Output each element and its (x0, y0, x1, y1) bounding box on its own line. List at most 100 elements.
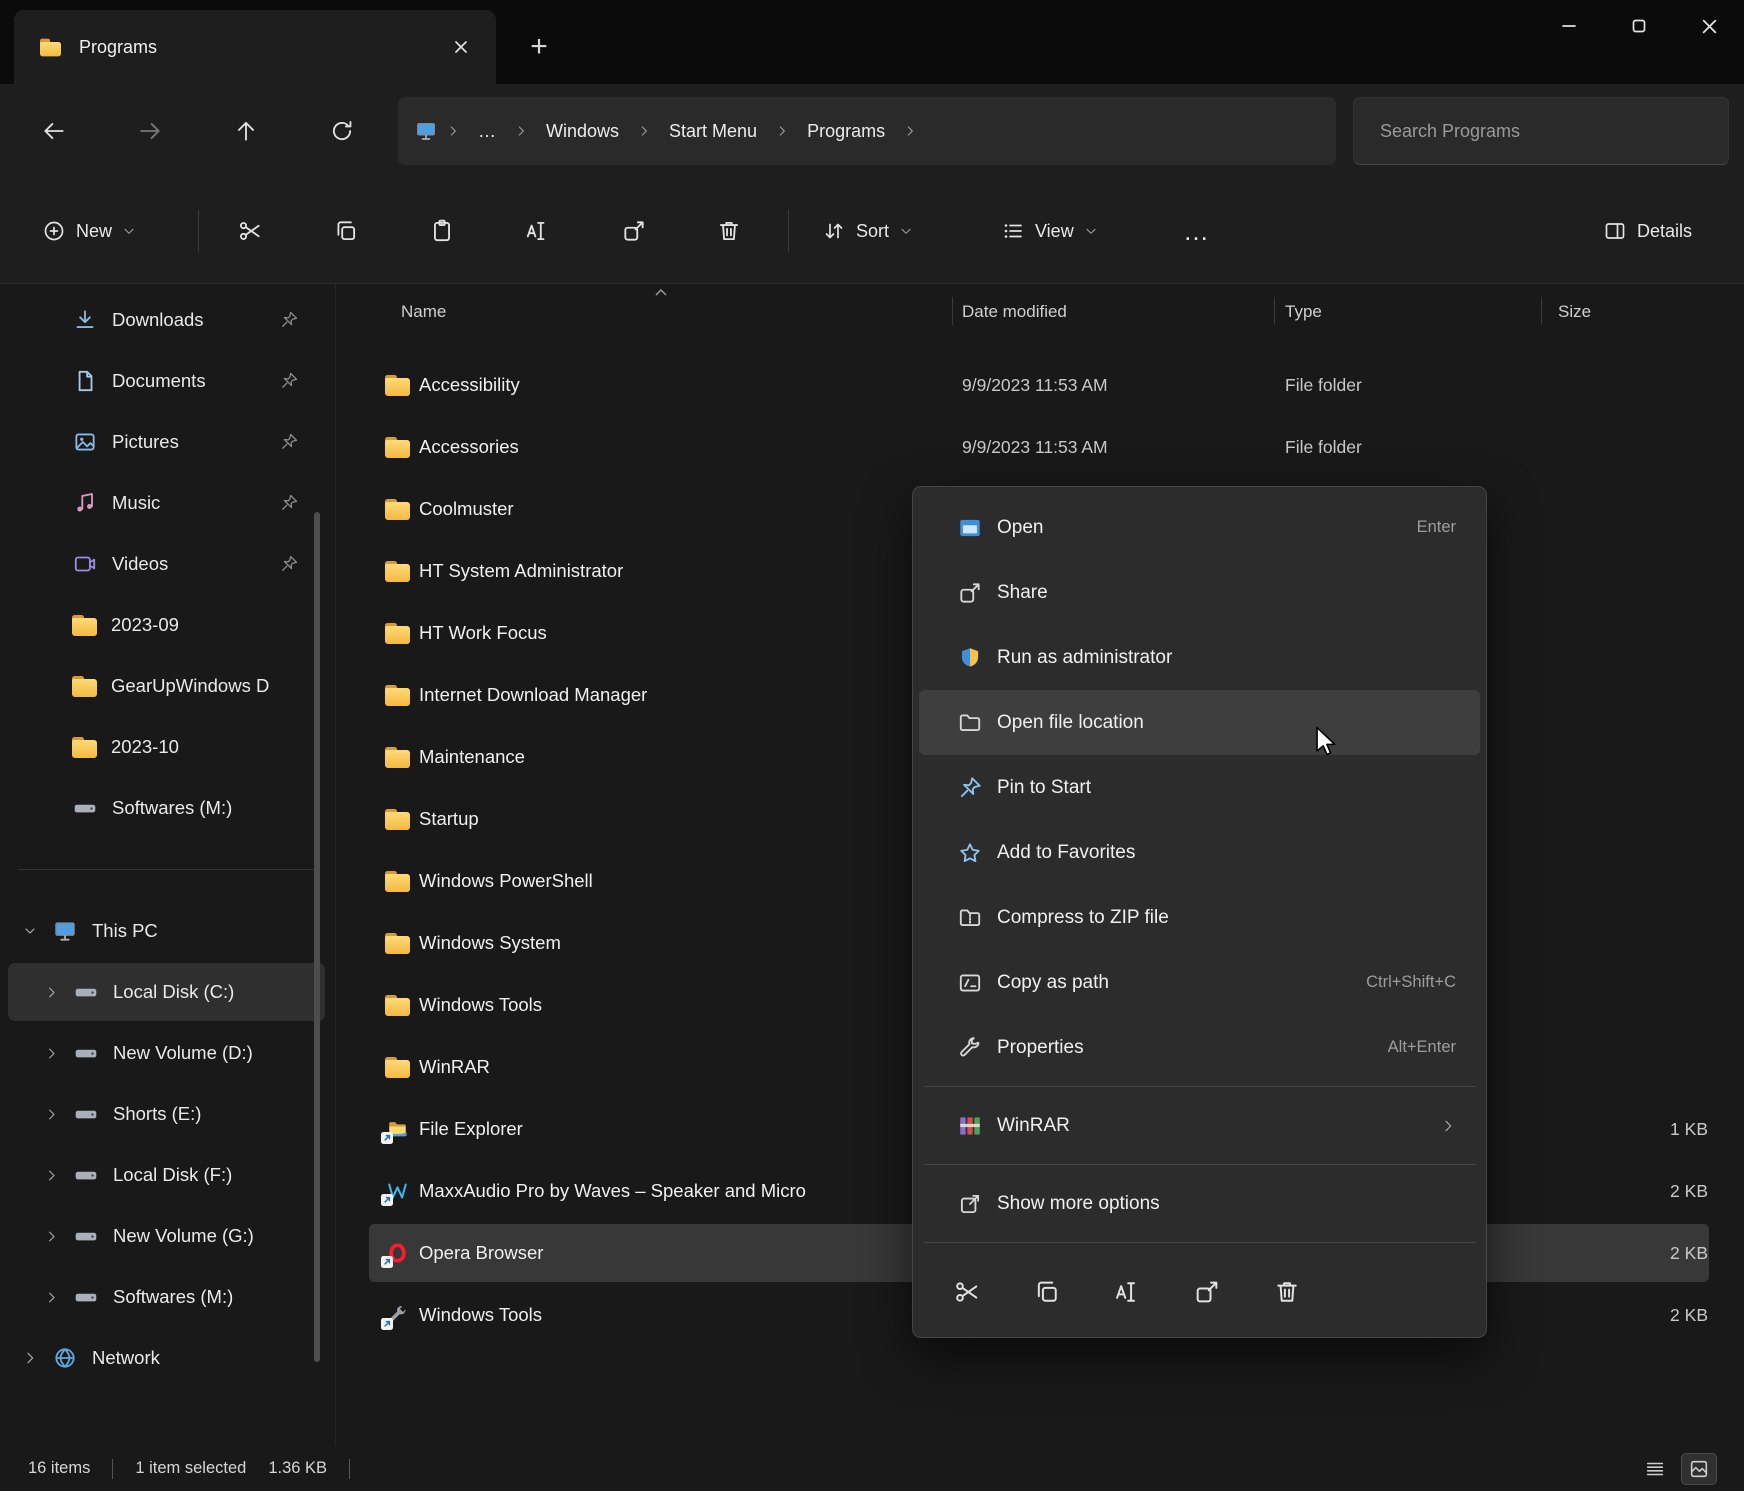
sort-button[interactable]: Sort (806, 202, 929, 260)
delete-button[interactable] (1273, 1278, 1301, 1306)
maximize-button[interactable] (1604, 0, 1674, 52)
sidebar-item-2023-09[interactable]: 2023-09 (8, 596, 325, 654)
view-icon (1001, 219, 1025, 243)
column-divider[interactable] (952, 297, 953, 325)
file-date: 9/9/2023 11:53 AM (962, 416, 1108, 478)
copy-button[interactable] (1033, 1278, 1061, 1306)
chevron-right-icon[interactable] (22, 1350, 38, 1366)
copy-button[interactable] (318, 203, 374, 259)
context-menu-item-compress-to-zip[interactable]: Compress to ZIP file (919, 885, 1480, 950)
tab-close-icon[interactable] (444, 30, 478, 64)
new-tab-button[interactable]: + (516, 24, 562, 70)
breadcrumb-overflow[interactable]: … (466, 113, 508, 150)
chevron-down-icon (1084, 224, 1098, 238)
forward-button[interactable] (118, 99, 182, 163)
context-menu-item-open[interactable]: Open Enter (919, 495, 1480, 560)
share-button[interactable] (1193, 1278, 1221, 1306)
new-button[interactable]: New (26, 202, 152, 260)
breadcrumb-item-windows[interactable]: Windows (534, 113, 631, 150)
folder-icon (385, 747, 410, 768)
thumbnail-view-toggle[interactable] (1682, 1454, 1716, 1484)
navigation-bar: … Windows Start Menu Programs (0, 84, 1744, 178)
minimize-button[interactable] (1534, 0, 1604, 52)
sidebar-item-shorts-e[interactable]: Shorts (E:) (8, 1085, 325, 1143)
file-size (1591, 416, 1708, 478)
context-menu-item-show-more-options[interactable]: Show more options (919, 1171, 1480, 1236)
up-button[interactable] (214, 99, 278, 163)
context-menu-item-winrar[interactable]: WinRAR (919, 1093, 1480, 1158)
paste-button[interactable] (414, 203, 470, 259)
sidebar-item-downloads[interactable]: Downloads (8, 291, 325, 349)
sidebar-item-videos[interactable]: Videos (8, 535, 325, 593)
drive-icon (73, 979, 99, 1005)
chevron-right-icon (444, 124, 462, 138)
network-icon (52, 1345, 78, 1371)
command-bar: New Sort View (0, 178, 1744, 284)
back-button[interactable] (22, 99, 86, 163)
rename-button[interactable] (1113, 1278, 1141, 1306)
details-view-toggle[interactable] (1638, 1454, 1672, 1484)
chevron-right-icon[interactable] (44, 1046, 59, 1061)
breadcrumb-item-start-menu[interactable]: Start Menu (657, 113, 769, 150)
details-pane-button[interactable]: Details (1587, 202, 1708, 260)
file-row[interactable]: Accessories 9/9/2023 11:53 AM File folde… (336, 416, 1744, 478)
sidebar-item-softwares-m-drive[interactable]: Softwares (M:) (8, 1268, 325, 1326)
sidebar-item-2023-10[interactable]: 2023-10 (8, 718, 325, 776)
context-menu-item-properties[interactable]: Properties Alt+Enter (919, 1015, 1480, 1080)
view-button[interactable]: View (985, 202, 1114, 260)
cut-button[interactable] (953, 1278, 981, 1306)
sidebar-item-this-pc[interactable]: This PC (8, 902, 325, 960)
chevron-right-icon[interactable] (44, 1290, 59, 1305)
menu-item-label: Share (997, 582, 1048, 604)
column-divider[interactable] (1274, 297, 1275, 325)
context-menu-item-add-to-favorites[interactable]: Add to Favorites (919, 820, 1480, 885)
file-name: WinRAR (419, 1056, 490, 1078)
context-menu-item-run-as-administrator[interactable]: Run as administrator (919, 625, 1480, 690)
sidebar-item-documents[interactable]: Documents (8, 352, 325, 410)
column-header-date-modified[interactable]: Date modified (962, 302, 1067, 322)
share-button[interactable] (606, 203, 662, 259)
folder-icon (385, 561, 410, 582)
drive-icon (73, 1040, 99, 1066)
sidebar-item-local-disk-c[interactable]: Local Disk (C:) (8, 963, 325, 1021)
breadcrumb-item-programs[interactable]: Programs (795, 113, 897, 150)
chevron-right-icon[interactable] (44, 1168, 59, 1183)
sidebar-item-new-volume-d[interactable]: New Volume (D:) (8, 1024, 325, 1082)
sidebar-item-label: New Volume (G:) (113, 1225, 299, 1247)
sidebar-item-softwares-m[interactable]: Softwares (M:) (8, 779, 325, 837)
search-input[interactable] (1380, 121, 1702, 142)
sidebar-item-gearupwindows[interactable]: GearUpWindows D (8, 657, 325, 715)
sidebar-item-label: New Volume (D:) (113, 1042, 299, 1064)
delete-button[interactable] (701, 203, 757, 259)
this-pc-icon[interactable] (412, 119, 440, 143)
cut-button[interactable] (222, 203, 278, 259)
more-options-button[interactable]: … (1168, 203, 1224, 259)
shortcut-overlay-icon (381, 1318, 393, 1330)
close-button[interactable] (1674, 0, 1744, 52)
chevron-right-icon[interactable] (44, 1229, 59, 1244)
refresh-button[interactable] (310, 99, 374, 163)
file-row[interactable]: Accessibility 9/9/2023 11:53 AM File fol… (336, 354, 1744, 416)
context-menu-item-copy-as-path[interactable]: Copy as path Ctrl+Shift+C (919, 950, 1480, 1015)
folder-icon (72, 676, 97, 697)
context-menu-item-share[interactable]: Share (919, 560, 1480, 625)
chevron-right-icon[interactable] (44, 985, 59, 1000)
file-name: Accessories (419, 436, 519, 458)
sidebar-scrollbar[interactable] (314, 512, 320, 1362)
rename-button[interactable] (509, 203, 565, 259)
chevron-right-icon[interactable] (44, 1107, 59, 1122)
context-menu-item-open-file-location[interactable]: Open file location (919, 690, 1480, 755)
chevron-down-icon[interactable] (22, 923, 38, 939)
column-header-size[interactable]: Size (1558, 302, 1591, 322)
column-header-name[interactable]: Name (401, 302, 446, 322)
sidebar-item-music[interactable]: Music (8, 474, 325, 532)
sidebar-item-pictures[interactable]: Pictures (8, 413, 325, 471)
column-divider[interactable] (1541, 297, 1542, 325)
star-icon (957, 840, 983, 866)
explorer-tab[interactable]: Programs (14, 10, 496, 84)
context-menu-item-pin-to-start[interactable]: Pin to Start (919, 755, 1480, 820)
sidebar-item-network[interactable]: Network (8, 1329, 325, 1387)
sidebar-item-local-disk-f[interactable]: Local Disk (F:) (8, 1146, 325, 1204)
sidebar-item-new-volume-g[interactable]: New Volume (G:) (8, 1207, 325, 1265)
column-header-type[interactable]: Type (1285, 302, 1322, 322)
